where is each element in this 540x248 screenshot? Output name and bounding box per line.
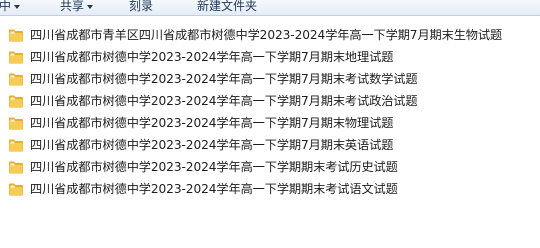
folder-item[interactable]: 四川省成都市树德中学2023-2024学年高一下学期7月期末考试数学试题 <box>0 68 540 90</box>
burn-button-label: 刻录 <box>129 0 154 13</box>
folder-name: 四川省成都市树德中学2023-2024学年高一下学期7月期末考试政治试题 <box>30 94 418 108</box>
share-menu-button[interactable]: 共享 <box>60 0 94 14</box>
file-list: 四川省成都市青羊区四川省成都市树德中学2023-2024学年高一下学期7月期末生… <box>0 24 540 200</box>
folder-name: 四川省成都市树德中学2023-2024学年高一下学期7月期末考试数学试题 <box>30 72 418 86</box>
folder-icon <box>9 95 23 108</box>
organize-menu-label: 中 <box>0 0 12 13</box>
folder-icon <box>9 73 23 86</box>
command-bar: 中 共享 刻录 新建文件夹 <box>0 0 540 16</box>
folder-item[interactable]: 四川省成都市树德中学2023-2024学年高一下学期7月期末地理试题 <box>0 46 540 68</box>
chevron-down-icon <box>14 4 21 9</box>
folder-icon <box>9 51 23 64</box>
folder-item[interactable]: 四川省成都市青羊区四川省成都市树德中学2023-2024学年高一下学期7月期末生… <box>0 24 540 46</box>
folder-item[interactable]: 四川省成都市树德中学2023-2024学年高一下学期期末考试历史试题 <box>0 156 540 178</box>
folder-icon <box>9 29 23 42</box>
share-menu-label: 共享 <box>60 0 85 13</box>
folder-name: 四川省成都市树德中学2023-2024学年高一下学期期末考试语文试题 <box>30 182 398 196</box>
folder-icon <box>9 183 23 196</box>
folder-name: 四川省成都市树德中学2023-2024学年高一下学期7月期末地理试题 <box>30 50 394 64</box>
folder-icon <box>9 117 23 130</box>
folder-name: 四川省成都市树德中学2023-2024学年高一下学期7月期末英语试题 <box>30 138 394 152</box>
explorer-window: 中 共享 刻录 新建文件夹 四川省成都市青羊区四川省成都市树德中学2023-20… <box>0 0 540 248</box>
organize-menu-button[interactable]: 中 <box>0 0 21 14</box>
new-folder-button-label: 新建文件夹 <box>197 0 258 13</box>
folder-icon <box>9 161 23 174</box>
burn-button[interactable]: 刻录 <box>129 0 153 14</box>
folder-item[interactable]: 四川省成都市树德中学2023-2024学年高一下学期7月期末物理试题 <box>0 112 540 134</box>
folder-item[interactable]: 四川省成都市树德中学2023-2024学年高一下学期期末考试语文试题 <box>0 178 540 200</box>
folder-item[interactable]: 四川省成都市树德中学2023-2024学年高一下学期7月期末考试政治试题 <box>0 90 540 112</box>
folder-name: 四川省成都市青羊区四川省成都市树德中学2023-2024学年高一下学期7月期末生… <box>30 28 503 42</box>
folder-icon <box>9 139 23 152</box>
new-folder-button[interactable]: 新建文件夹 <box>197 0 257 14</box>
folder-name: 四川省成都市树德中学2023-2024学年高一下学期期末考试历史试题 <box>30 160 398 174</box>
folder-item[interactable]: 四川省成都市树德中学2023-2024学年高一下学期7月期末英语试题 <box>0 134 540 156</box>
chevron-down-icon <box>87 4 94 9</box>
folder-name: 四川省成都市树德中学2023-2024学年高一下学期7月期末物理试题 <box>30 116 394 130</box>
